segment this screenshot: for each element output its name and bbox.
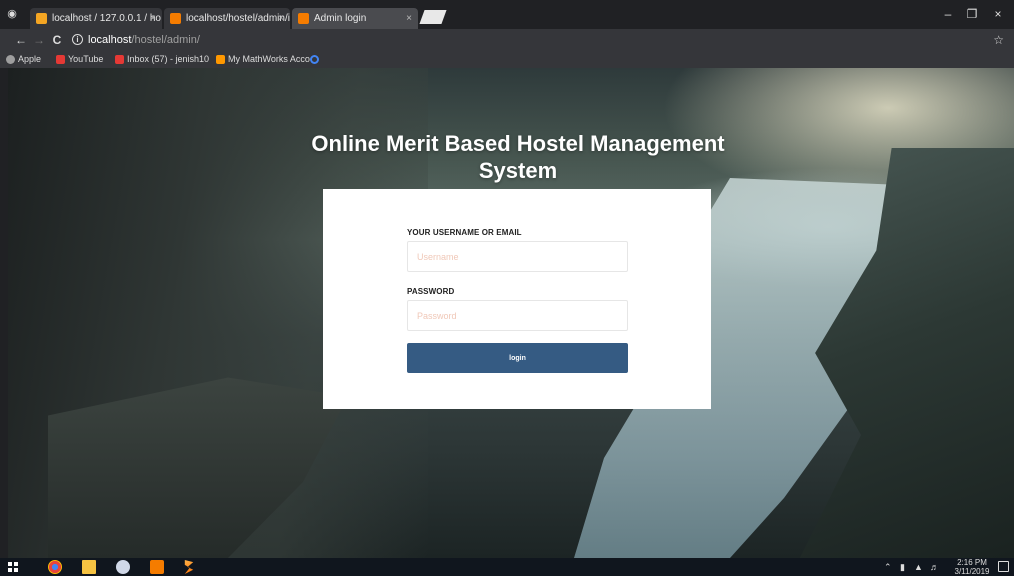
bookmark-inbox[interactable]: Inbox (57) - jenish10	[115, 51, 209, 68]
login-button[interactable]: login	[407, 343, 628, 373]
password-label: PASSWORD	[407, 287, 455, 296]
apple-icon	[6, 55, 15, 64]
username-input[interactable]	[407, 241, 628, 272]
wifi-icon[interactable]: ▲	[914, 560, 923, 574]
url-text[interactable]: localhost/hostel/admin/	[88, 32, 200, 48]
notifications-icon[interactable]	[998, 561, 1009, 572]
address-bar[interactable]: i localhost/hostel/admin/ ☆	[66, 32, 1004, 48]
xampp-favicon-icon	[170, 13, 181, 24]
tab-title: localhost/hostel/admin/i	[186, 13, 290, 24]
chrome-icon[interactable]	[48, 560, 62, 574]
system-clock[interactable]: 2:16 PM 3/11/2019	[950, 559, 994, 576]
battery-icon[interactable]: ▮	[900, 560, 905, 574]
page-background: Online Merit Based Hostel Management Sys…	[8, 68, 1014, 558]
tab-close-icon[interactable]: ×	[278, 8, 284, 29]
sublime-icon[interactable]	[184, 560, 194, 574]
phpmyadmin-favicon-icon	[36, 13, 47, 24]
browser-toolbar: ← → C i localhost/hostel/admin/ ☆	[0, 29, 1014, 51]
bookmark-label: Inbox (57) - jenish10	[127, 54, 210, 64]
media-icon[interactable]	[116, 560, 130, 574]
tab-close-icon[interactable]: ×	[150, 8, 156, 29]
tab-hostel-admin[interactable]: localhost/hostel/admin/i ×	[164, 8, 290, 29]
url-path: /hostel/admin/	[131, 34, 200, 46]
tab-close-icon[interactable]: ×	[406, 8, 412, 29]
volume-icon[interactable]: ♬	[930, 560, 939, 574]
xampp-icon[interactable]	[150, 560, 164, 574]
bookmark-apple[interactable]: Apple	[6, 51, 41, 68]
site-info-icon[interactable]: i	[72, 34, 83, 45]
url-host: localhost	[88, 34, 132, 46]
bookmark-youtube[interactable]: YouTube	[56, 51, 103, 68]
incognito-icon: ◉	[7, 8, 17, 20]
windows-taskbar: ⌃ ▮ ▲ ♬ 2:16 PM 3/11/2019	[0, 558, 1014, 576]
username-label: YOUR USERNAME OR EMAIL	[407, 228, 522, 237]
bookmark-link[interactable]	[310, 51, 322, 68]
login-card: YOUR USERNAME OR EMAIL PASSWORD login	[323, 189, 711, 409]
bookmark-label: Apple	[18, 54, 42, 64]
bookmark-label: My MathWorks Acco	[228, 54, 310, 64]
tray-chevron-icon[interactable]: ⌃	[884, 560, 892, 574]
bookmarks-bar: Apple YouTube Inbox (57) - jenish10 My M…	[0, 51, 1014, 68]
bookmark-star-icon[interactable]: ☆	[993, 32, 1004, 48]
forward-arrow-icon[interactable]: →	[32, 32, 46, 48]
page-title: Online Merit Based Hostel Management Sys…	[311, 131, 725, 183]
file-explorer-icon[interactable]	[82, 560, 96, 574]
tab-admin-login[interactable]: Admin login ×	[292, 8, 418, 29]
start-menu-icon[interactable]	[8, 562, 18, 572]
minimize-icon[interactable]: –	[938, 6, 958, 22]
youtube-icon	[56, 55, 65, 64]
xampp-favicon-icon	[298, 13, 309, 24]
maximize-icon[interactable]: ❐	[962, 6, 982, 22]
tab-title: localhost / 127.0.0.1 / ho	[52, 13, 161, 24]
bookmark-label: YouTube	[68, 54, 104, 64]
gmail-icon	[115, 55, 124, 64]
link-icon	[310, 55, 319, 64]
clock-time: 2:16 PM	[957, 558, 987, 567]
back-arrow-icon[interactable]: ←	[14, 32, 28, 48]
tab-phpmyadmin[interactable]: localhost / 127.0.0.1 / ho ×	[30, 8, 162, 29]
browser-tabstrip: ◉ localhost / 127.0.0.1 / ho × localhost…	[0, 0, 1014, 29]
mathworks-icon	[216, 55, 225, 64]
reload-icon[interactable]: C	[50, 32, 64, 48]
new-tab-button[interactable]	[419, 10, 447, 24]
close-window-icon[interactable]: ×	[988, 6, 1008, 22]
password-input[interactable]	[407, 300, 628, 331]
bookmark-mathworks[interactable]: My MathWorks Acco	[216, 51, 310, 68]
tab-title: Admin login	[314, 13, 367, 24]
clock-date: 3/11/2019	[954, 567, 990, 576]
